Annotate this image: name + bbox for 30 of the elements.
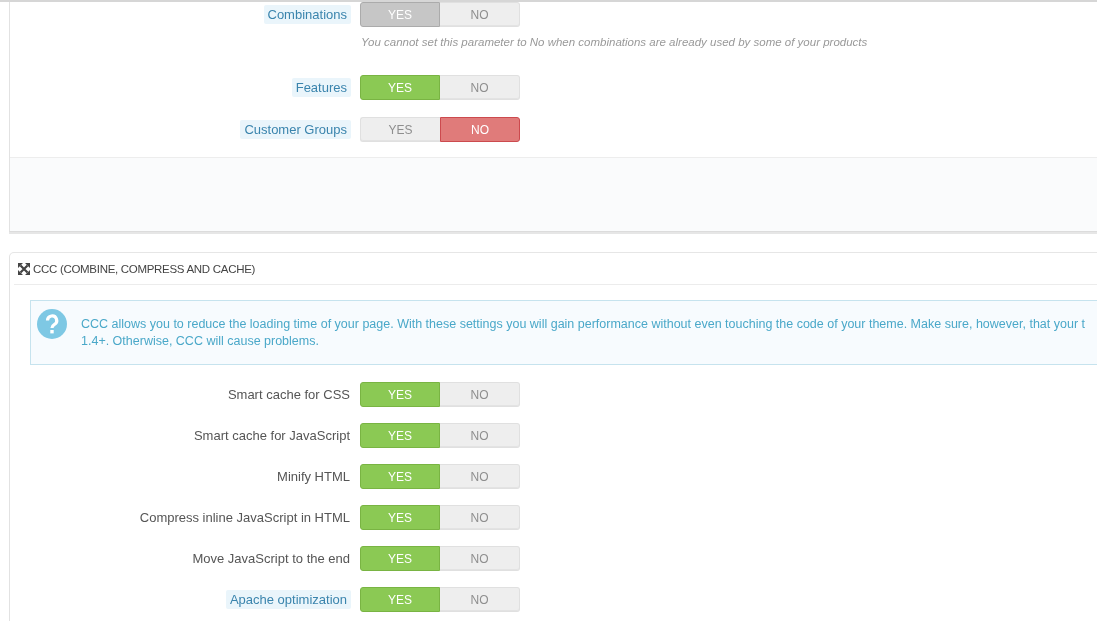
setting-label: Customer Groups	[240, 120, 351, 139]
setting-label: Features	[291, 78, 351, 97]
toggle-option[interactable]: NO	[440, 75, 520, 100]
toggle-option[interactable]: NO	[440, 546, 520, 571]
setting-label: Move JavaScript to the end	[192, 550, 350, 567]
setting-label: Smart cache for CSS	[227, 386, 350, 403]
toggle-option[interactable]: NO	[440, 587, 520, 612]
toggle-option[interactable]: YES	[360, 464, 440, 489]
toggle-option[interactable]: YES	[360, 117, 440, 142]
toggle-option[interactable]: YES	[360, 423, 440, 448]
help-icon	[37, 309, 67, 339]
setting-label: Combinations	[263, 5, 351, 24]
help-text: You cannot set this parameter to No when combinations are already used by some of your products	[361, 35, 869, 49]
toggle-option[interactable]: NO	[440, 382, 520, 407]
toggle-option[interactable]: NO	[440, 505, 520, 530]
setting-label: Minify HTML	[277, 468, 350, 485]
toggle-option[interactable]: YES	[360, 546, 440, 571]
setting-label: Apache optimization	[225, 590, 351, 609]
toggle-option[interactable]: YES	[360, 505, 440, 530]
expand-icon	[18, 262, 30, 275]
setting-label: Compress inline JavaScript in HTML	[139, 509, 350, 526]
toggle-option[interactable]: NO	[440, 464, 520, 489]
toggle-option[interactable]: YES	[360, 587, 440, 612]
toggle-option[interactable]: NO	[440, 117, 520, 142]
info-text: CCC allows you to reduce the loading time of your page. With these settings you will gain performance without even touching the code of your theme. Make sure, however, that your t 1.4+. Otherwise, CCC will cause problems.	[81, 316, 1085, 350]
panel-title: CCC (COMBINE, COMPRESS AND CACHE)	[33, 262, 256, 275]
toggle-option[interactable]: YES	[360, 382, 440, 407]
setting-label: Smart cache for JavaScript	[193, 427, 350, 444]
toggle-option[interactable]: NO	[440, 423, 520, 448]
toggle-option[interactable]: YES	[360, 75, 440, 100]
